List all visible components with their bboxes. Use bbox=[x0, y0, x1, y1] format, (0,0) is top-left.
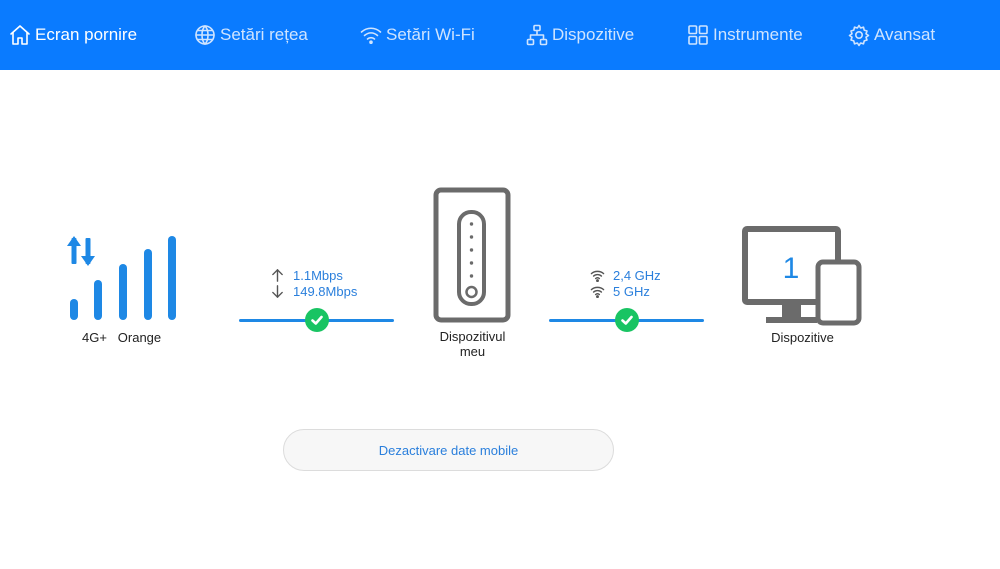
upload-rate-value: 1.1Mbps bbox=[293, 268, 343, 283]
download-rate-value: 149.8Mbps bbox=[293, 284, 358, 299]
router-icon bbox=[433, 187, 511, 323]
wifi-band-5: 5 GHz bbox=[590, 284, 650, 299]
disable-mobile-data-button[interactable]: Dezactivare date mobile bbox=[283, 429, 614, 471]
arrow-down-icon bbox=[272, 285, 283, 298]
nav-item-home[interactable]: Ecran pornire bbox=[8, 0, 137, 70]
globe-icon bbox=[195, 25, 215, 45]
network-status[interactable]: 4G+ Orange bbox=[60, 232, 190, 347]
my-device[interactable]: Dispozitivul meu bbox=[425, 186, 520, 361]
lan-ok-icon bbox=[615, 308, 639, 332]
gear-icon bbox=[848, 24, 870, 47]
nav-item-label: Instrumente bbox=[713, 25, 803, 44]
wifi-band-24: 2,4 GHz bbox=[590, 268, 661, 283]
nav-item-wifi-settings[interactable]: Setări Wi-Fi bbox=[359, 0, 475, 70]
nav-item-label: Ecran pornire bbox=[35, 25, 138, 44]
operator-name: Orange bbox=[117, 330, 162, 345]
wifi-icon bbox=[590, 286, 605, 299]
nav-item-advanced[interactable]: Avansat bbox=[847, 0, 935, 70]
nav-item-label: Dispozitive bbox=[552, 25, 635, 44]
home-icon bbox=[10, 25, 30, 45]
connected-devices-label: Dispozitive bbox=[771, 330, 834, 345]
wan-ok-icon bbox=[305, 308, 329, 332]
nav-item-network-settings[interactable]: Setări rețea bbox=[193, 0, 308, 70]
wifi-icon bbox=[590, 270, 605, 283]
wifi-band-5-label: 5 GHz bbox=[613, 284, 650, 299]
connected-devices[interactable]: 1 Dispozitive bbox=[740, 224, 865, 349]
download-rate: 149.8Mbps bbox=[270, 284, 357, 299]
tools-icon bbox=[688, 25, 708, 45]
nav-item-label: Setări Wi-Fi bbox=[386, 25, 475, 44]
nav-item-devices[interactable]: Dispozitive bbox=[525, 0, 634, 70]
nav-item-label: Setări rețea bbox=[220, 25, 308, 44]
network-icon bbox=[526, 24, 548, 46]
wifi-band-24-label: 2,4 GHz bbox=[613, 268, 661, 283]
connected-devices-count: 1 bbox=[782, 252, 800, 285]
my-device-label: Dispozitivul meu bbox=[439, 329, 506, 359]
top-nav-bar: Ecran pornire Setări rețea Setări Wi-Fi … bbox=[0, 0, 1000, 70]
arrow-up-icon bbox=[272, 269, 283, 282]
nav-item-label: Avansat bbox=[874, 25, 936, 44]
wifi-icon bbox=[360, 27, 382, 45]
nav-item-tools[interactable]: Instrumente bbox=[686, 0, 803, 70]
network-type: 4G+ bbox=[82, 330, 107, 345]
signal-bars-icon bbox=[67, 236, 176, 320]
upload-rate: 1.1Mbps bbox=[270, 268, 343, 283]
